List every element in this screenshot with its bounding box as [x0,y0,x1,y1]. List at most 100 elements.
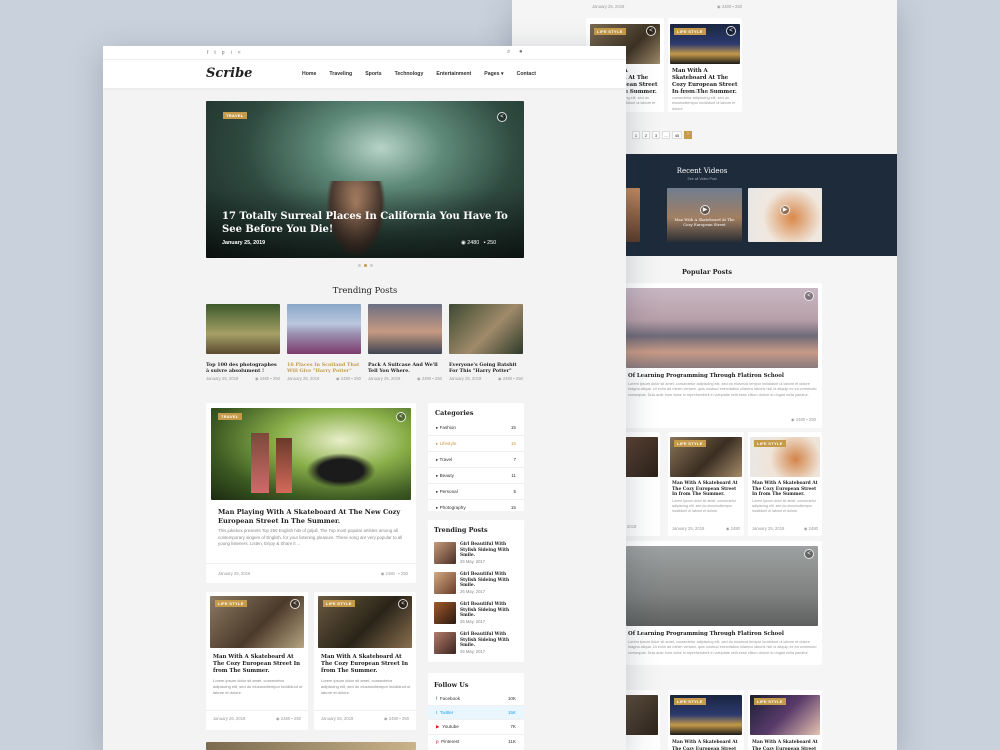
share-icon[interactable]: < [290,599,300,609]
nav-item-pages[interactable]: Pages ▾ [484,71,503,77]
post-title[interactable]: Man With A Skateboard At The Cozy Europe… [321,654,411,675]
post-excerpt: Lorem ipsum dolor sit amet, consectetur … [752,499,816,513]
trending-list-item[interactable]: Girl Beautiful With Stylish Sideing With… [428,570,524,600]
category-item[interactable]: ▸ Lifestyle 15 [428,436,524,452]
section-title: Recent Videos [676,167,728,175]
post-card[interactable]: LIFE STYLE < Man With A Skateboard At Th… [668,18,742,112]
nav-item-sports[interactable]: Sports [365,71,381,77]
post-title[interactable]: Girl Beautiful With Stylish Sideing With… [460,572,518,589]
post-meta: January 25, 2019 ◉ 2480 ▪ 250 [218,571,408,576]
category-item[interactable]: ▸ Fashion 15 [428,420,524,436]
see-all-link[interactable]: See all Video Post [652,177,752,181]
category-item[interactable]: ▸ Travel 7 [428,452,524,468]
twitter-icon[interactable]: t [214,50,215,56]
trending-item[interactable]: Top 100 des photographes à suivre absolu… [206,304,280,381]
hero-title[interactable]: 17 Totally Surreal Places In California … [222,210,512,236]
trending-list-item[interactable]: Girl Beautiful With Stylish Sideing With… [428,540,524,570]
post-card[interactable]: LIFE STYLE < Man With A Skateboard At Th… [206,592,308,730]
page-button[interactable]: 2 [642,131,650,139]
post-meta: January 25, 2019 ◉ 2480 [672,526,740,531]
trending-item[interactable]: Pack A Suitcase And We'll Tell You Where… [368,304,442,381]
video-thumb[interactable] [626,188,640,242]
post-title[interactable]: Girl Beautiful With Stylish Sideing With… [460,602,518,619]
follow-item-pinterest[interactable]: p Pinterest 11K [428,735,524,748]
trending-item[interactable]: 16 Places In Scotland That Will Give "Ha… [287,304,361,381]
category-badge[interactable]: LIFE STYLE [215,600,247,607]
follow-item-youtube[interactable]: ▶ Youtube 7K [428,720,524,735]
user-icon[interactable]: ● [519,49,523,55]
slider-dot[interactable] [364,264,367,267]
post-title[interactable]: Man With A Skateboard At The Cozy Europe… [672,739,740,750]
play-icon[interactable]: ▶ [700,205,710,215]
search-icon[interactable]: ⌕ [507,49,510,56]
share-icon[interactable]: < [804,291,814,301]
category-item[interactable]: ▸ Personal 5 [428,484,524,500]
category-badge[interactable]: TRAVEL [223,112,247,119]
post-title[interactable]: Man With A Skateboard At The Cozy Europe… [672,481,740,498]
post-title[interactable]: Man Playing With A Skateboard At The New… [218,508,408,526]
post-title[interactable]: Of Learning Programming Through Flatiron… [628,373,818,380]
post-title[interactable]: Man With A Skateboard At The Cozy Europe… [752,481,818,498]
post-meta: January 25, 2019 ◉ 2480 ▪ 250 [287,376,361,381]
post-title[interactable]: Man With A Skateboard At The Cozy Europe… [752,739,818,750]
play-icon[interactable]: ▶ [780,205,790,215]
popular-post-card[interactable]: < Of Learning Programming Through Flatir… [622,283,822,428]
share-icon[interactable]: < [497,112,507,122]
nav-item-contact[interactable]: Contact [517,71,536,77]
post-date: 26 May, 2017 [460,618,486,624]
share-icon[interactable]: < [646,26,656,36]
nav-item-traveling[interactable]: Traveling [329,71,352,77]
facebook-icon[interactable]: f [207,50,208,56]
follow-item-facebook[interactable]: f Facebook 10K [428,692,524,706]
nav-item-entertainment[interactable]: Entertainment [436,71,471,77]
nav-item-home[interactable]: Home [302,71,316,77]
post-title[interactable]: Top 100 des photographes à suivre absolu… [206,362,280,374]
post-title[interactable]: Girl Beautiful With Stylish Sideing With… [460,632,518,649]
page-button[interactable]: 1 [632,131,640,139]
post-title[interactable]: Of Learning Programming Through Flatiron… [628,631,818,638]
next-page-button[interactable]: › [684,131,692,139]
video-thumb[interactable] [748,188,822,242]
share-icon[interactable]: < [238,50,241,56]
post-title[interactable]: Girl Beautiful With Stylish Sideing With… [460,542,518,559]
site-logo[interactable]: Scribe [206,66,252,81]
pinterest-icon[interactable]: p [222,50,225,56]
category-item[interactable]: ▸ Photography 15 [428,500,524,515]
post-card[interactable]: LIFE STYLE < Man With A Skateboard At Th… [314,592,416,730]
post-title[interactable]: Pack A Suitcase And We'll Tell You Where… [368,362,442,374]
share-icon[interactable]: < [726,26,736,36]
post-card[interactable]: LIFE STYLE Man With A Skateboard At The … [748,432,822,536]
trending-list-item[interactable]: Girl Beautiful With Stylish Sideing With… [428,600,524,630]
slider-dot[interactable] [370,264,373,267]
post-title[interactable]: Man With A Skateboard At The Cozy Europe… [213,654,303,675]
page-button[interactable]: 45 [672,131,682,139]
video-thumb[interactable] [667,188,742,242]
share-icon[interactable]: < [398,599,408,609]
post-card[interactable]: LIFE STYLE Man With A Skateboard At The … [668,690,744,750]
page-button[interactable]: 3 [652,131,660,139]
follow-item-twitter[interactable]: t Twitter 15K [428,706,524,720]
share-icon[interactable]: < [396,412,406,422]
category-item[interactable]: ▸ Beauty 11 [428,468,524,484]
post-card[interactable]: LIFE STYLE Man With A Skateboard At The … [668,432,744,536]
nav-item-technology[interactable]: Technology [395,71,424,77]
featured-post-card[interactable]: TRAVEL < Man Playing With A Skateboard A… [206,403,416,583]
divider [206,563,416,564]
category-badge[interactable]: LIFE STYLE [323,600,355,607]
post-stats: ◉ 2480 ▪ 250 [717,4,742,9]
trending-item[interactable]: Everyone's Going Batshit For This "Harry… [449,304,523,381]
post-title[interactable]: 16 Places In Scotland That Will Give "Ha… [287,362,361,374]
video-title[interactable]: Man With A Skateboard At The Cozy Europe… [672,217,737,227]
slider-dot[interactable] [358,264,361,267]
categories-widget: Categories ▸ Fashion 15 ▸ Lifestyle 15 ▸ T… [428,403,524,511]
trending-list-item[interactable]: Girl Beautiful With Stylish Sideing With… [428,630,524,660]
category-badge[interactable]: TRAVEL [218,413,242,420]
post-title[interactable]: Everyone's Going Batshit For This "Harry… [449,362,523,374]
instagram-icon[interactable]: i [231,50,232,56]
post-card[interactable]: LIFE STYLE Man With A Skateboard At The … [748,690,822,750]
share-icon[interactable]: < [804,549,814,559]
widget-title: Follow Us [434,681,469,689]
popular-post-card[interactable]: < Of Learning Programming Through Flatir… [622,541,822,665]
person-figure [251,433,269,493]
chevron-down-icon: ▾ [501,71,504,77]
